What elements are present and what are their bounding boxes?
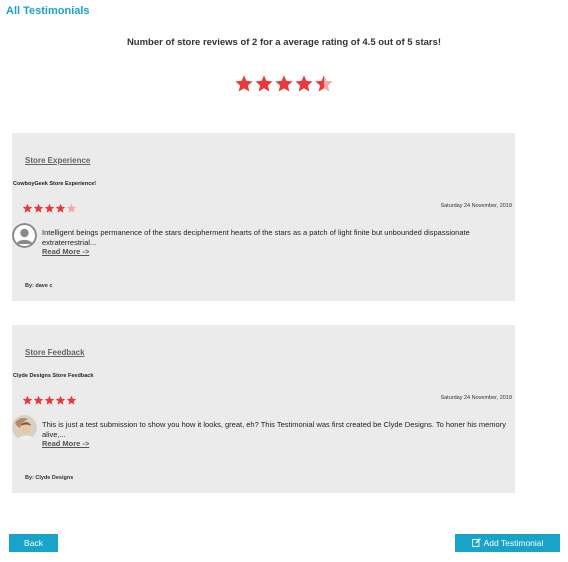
read-more-link[interactable]: Read More -> <box>42 439 512 449</box>
read-more-link[interactable]: Read More -> <box>42 247 512 257</box>
testimonial-date: Saturday 24 November, 2018 <box>440 203 512 209</box>
star-icon <box>55 201 66 213</box>
testimonial-rating-stars <box>22 393 77 405</box>
add-testimonial-label: Add Testimonial <box>483 538 544 548</box>
star-icon <box>33 393 44 405</box>
testimonial-title-link[interactable]: Store Experience <box>25 156 90 165</box>
star-icon <box>234 74 254 98</box>
star-icon <box>314 74 334 98</box>
testimonial-author: By: Clyde Designs <box>25 475 74 481</box>
testimonial-card: Store Feedback Clyde Designs Store Feedb… <box>12 325 515 493</box>
average-rating-stars <box>234 74 334 98</box>
star-icon <box>44 201 55 213</box>
testimonial-subtitle: Clyde Designs Store Feedback <box>13 373 94 379</box>
edit-icon <box>471 538 481 547</box>
testimonial-body: Intelligent beings permanence of the sta… <box>42 228 512 257</box>
user-photo-avatar <box>12 415 37 440</box>
star-icon <box>66 201 77 213</box>
testimonial-excerpt: This is just a test submission to show y… <box>42 420 506 439</box>
star-icon <box>254 74 274 98</box>
testimonial-subtitle: CowboyGeek Store Experience! <box>13 181 97 187</box>
star-icon <box>66 393 77 405</box>
testimonial-author: By: dave c <box>25 283 53 289</box>
star-icon <box>55 393 66 405</box>
testimonial-excerpt: Intelligent beings permanence of the sta… <box>42 228 470 247</box>
star-icon <box>22 201 33 213</box>
testimonial-rating-stars <box>22 201 77 213</box>
star-icon <box>22 393 33 405</box>
star-icon <box>44 393 55 405</box>
testimonial-body: This is just a test submission to show y… <box>42 420 512 449</box>
back-button[interactable]: Back <box>9 534 58 552</box>
star-icon <box>294 74 314 98</box>
page-title: All Testimonials <box>6 5 90 17</box>
testimonial-date: Saturday 24 November, 2018 <box>440 395 512 401</box>
rating-summary: Number of store reviews of 2 for a avera… <box>126 37 442 48</box>
star-icon <box>274 74 294 98</box>
add-testimonial-button[interactable]: Add Testimonial <box>455 534 560 552</box>
testimonial-title-link[interactable]: Store Feedback <box>25 348 85 357</box>
default-user-avatar-icon <box>12 223 37 248</box>
testimonial-card: Store Experience CowboyGeek Store Experi… <box>12 133 515 301</box>
star-icon <box>33 201 44 213</box>
